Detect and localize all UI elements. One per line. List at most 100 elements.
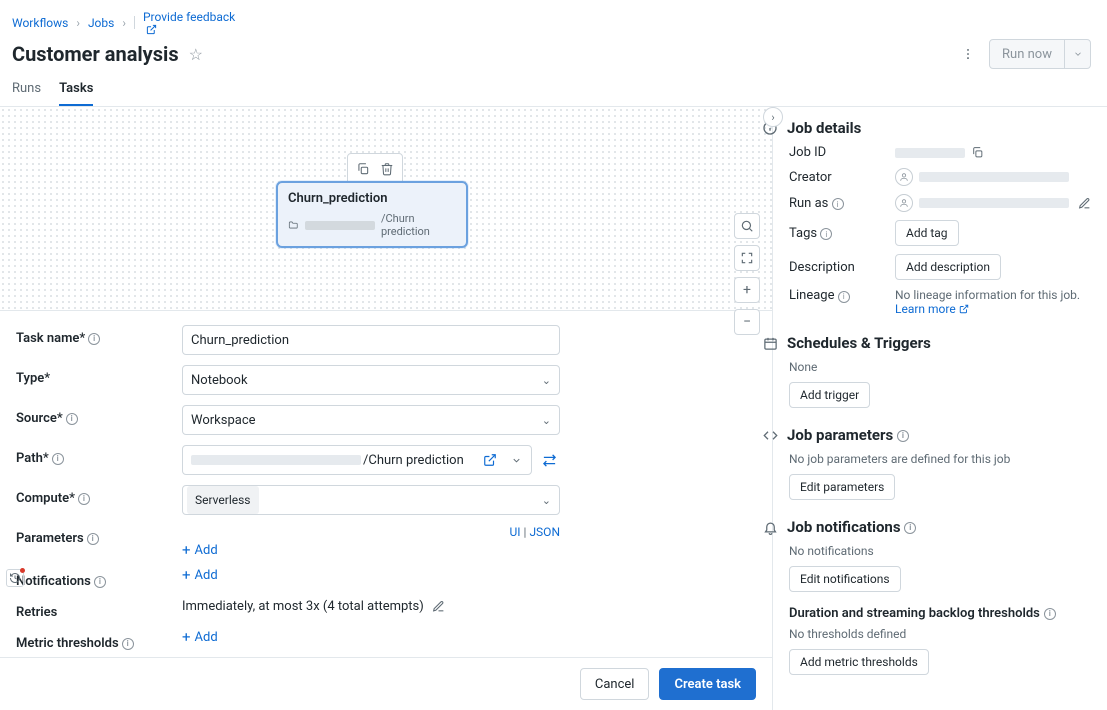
chevron-down-icon: ⌄ (542, 374, 551, 387)
folder-icon (288, 219, 299, 231)
external-link-icon (146, 24, 157, 35)
path-suffix: /Churn prediction (363, 453, 464, 468)
type-select[interactable]: Notebook ⌄ (182, 365, 560, 395)
edit-run-as-button[interactable] (1078, 197, 1091, 210)
copy-job-id-button[interactable] (971, 146, 984, 159)
source-select[interactable]: Workspace ⌄ (182, 405, 560, 435)
task-name-input[interactable] (182, 325, 560, 355)
cancel-button[interactable]: Cancel (580, 668, 650, 700)
plus-icon: + (743, 282, 751, 298)
info-icon[interactable]: i (1044, 608, 1056, 620)
run-now-button[interactable]: Run now (989, 39, 1091, 69)
add-parameter-button[interactable]: +Add (182, 543, 560, 558)
calendar-icon (761, 336, 779, 351)
copy-node-button[interactable] (352, 158, 374, 180)
canvas-search-button[interactable] (734, 213, 760, 239)
notifications-label: Notificationsi (16, 568, 182, 589)
redacted-text (919, 198, 1069, 208)
path-dropdown[interactable] (505, 449, 527, 471)
info-icon[interactable]: i (904, 522, 916, 534)
pencil-icon (1078, 197, 1091, 210)
info-icon[interactable]: i (820, 228, 832, 240)
parameters-label: Parametersi (16, 525, 182, 546)
info-icon[interactable]: i (88, 333, 100, 345)
code-icon (761, 428, 779, 443)
plus-icon: + (182, 630, 191, 645)
star-icon[interactable]: ☆ (189, 45, 203, 64)
redacted-text (895, 148, 965, 158)
chevron-right-icon: › (76, 16, 80, 30)
info-icon[interactable]: i (838, 291, 850, 303)
info-icon[interactable]: i (122, 638, 134, 650)
task-node-title: Churn_prediction (288, 191, 456, 206)
compute-value: Serverless (187, 486, 259, 514)
add-description-button[interactable]: Add description (895, 254, 1001, 280)
minus-icon: − (743, 314, 751, 330)
info-icon[interactable]: i (94, 576, 106, 588)
divider (134, 16, 135, 29)
notification-dot (20, 568, 25, 573)
tags-label: Tags i (789, 226, 895, 241)
breadcrumb-jobs[interactable]: Jobs (88, 16, 114, 30)
pencil-icon (432, 600, 445, 613)
tab-tasks[interactable]: Tasks (59, 81, 93, 106)
info-icon[interactable]: i (52, 453, 64, 465)
param-json-link[interactable]: JSON (529, 525, 560, 539)
edit-retries-button[interactable] (432, 600, 445, 613)
canvas-fullscreen-button[interactable] (734, 245, 760, 271)
dag-canvas[interactable]: Churn_prediction /Churn prediction + − (0, 107, 772, 311)
canvas-zoom-in-button[interactable]: + (734, 277, 760, 303)
add-notification-button[interactable]: +Add (182, 568, 560, 583)
history-icon (9, 572, 21, 584)
open-external-button[interactable] (479, 449, 501, 471)
provide-feedback-link[interactable]: Provide feedback (143, 10, 235, 35)
chevron-right-icon: › (122, 16, 126, 30)
task-node-path: /Churn prediction (288, 212, 456, 238)
lineage-text: No lineage information for this job. (895, 288, 1091, 302)
canvas-zoom-out-button[interactable]: − (734, 309, 760, 335)
add-tag-button[interactable]: Add tag (895, 220, 959, 246)
learn-more-link[interactable]: Learn more (895, 302, 969, 316)
info-icon[interactable]: i (78, 493, 90, 505)
job-details-heading: Job details (787, 119, 861, 137)
info-icon[interactable]: i (832, 198, 844, 210)
run-now-dropdown[interactable] (1064, 40, 1090, 68)
metric-thresholds-label: Metric thresholdsi (16, 630, 182, 651)
task-form: Task name*i Type* Notebook⌄ Source*i Wor… (0, 311, 772, 657)
edit-parameters-button[interactable]: Edit parameters (789, 474, 895, 500)
path-input[interactable]: /Churn prediction (182, 445, 532, 475)
task-node[interactable]: Churn_prediction /Churn prediction (276, 181, 468, 248)
add-metric-threshold-button[interactable]: +Add (182, 630, 560, 645)
chevron-down-icon: ⌄ (542, 414, 551, 427)
chevron-right-icon: › (771, 111, 774, 124)
breadcrumb-workflows[interactable]: Workflows (12, 16, 68, 30)
redacted-text (305, 221, 375, 230)
delete-node-button[interactable] (376, 158, 398, 180)
compute-select[interactable]: Serverless⌄ (182, 485, 560, 515)
tabs: Runs Tasks (0, 69, 1107, 107)
add-trigger-button[interactable]: Add trigger (789, 382, 870, 408)
description-label: Description (789, 260, 895, 275)
type-value: Notebook (191, 373, 248, 388)
add-metric-thresholds-button[interactable]: Add metric thresholds (789, 649, 929, 675)
param-ui-link[interactable]: UI (510, 525, 521, 539)
details-panel: › Job details Job ID Creator Run as i Ta… (772, 107, 1107, 710)
more-menu-button[interactable] (957, 43, 979, 65)
breadcrumb: Workflows › Jobs › Provide feedback (12, 10, 1091, 35)
source-value: Workspace (191, 413, 256, 428)
info-icon[interactable]: i (897, 430, 909, 442)
bell-icon (761, 520, 779, 535)
edit-notifications-button[interactable]: Edit notifications (789, 566, 901, 592)
tab-runs[interactable]: Runs (12, 81, 41, 106)
info-icon[interactable]: i (66, 413, 78, 425)
thresholds-none: No thresholds defined (789, 627, 1091, 641)
info-icon[interactable]: i (87, 533, 99, 545)
create-task-button[interactable]: Create task (659, 668, 756, 700)
job-notifications-heading: Job notifications i (787, 518, 916, 536)
swap-path-button[interactable] (538, 449, 560, 471)
collapse-panel-button[interactable]: › (763, 107, 783, 127)
history-indicator[interactable] (6, 569, 24, 587)
kebab-icon (961, 47, 975, 61)
path-label: Path*i (16, 445, 182, 466)
lineage-label: Lineage i (789, 288, 895, 303)
